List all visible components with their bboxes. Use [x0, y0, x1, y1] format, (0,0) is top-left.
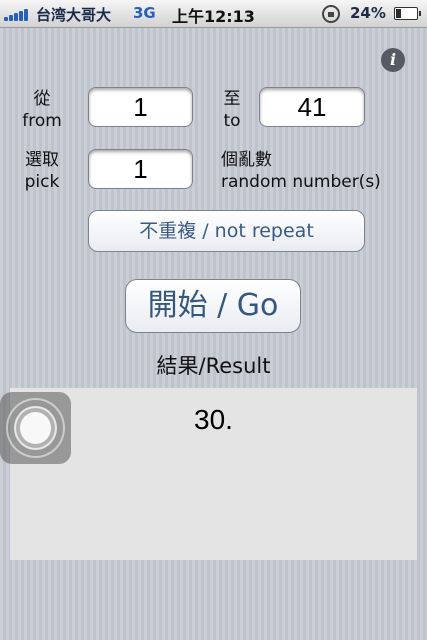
to-label-zh: 至	[223, 89, 241, 109]
from-label-zh: 從	[33, 89, 51, 109]
to-label: 至 to	[220, 88, 244, 132]
from-input[interactable]: 1	[88, 87, 193, 127]
pick-label: 選取 pick	[20, 149, 64, 193]
status-bar: 台湾大哥大 3G 上午12:13 24%	[0, 0, 427, 28]
network-type: 3G	[133, 4, 156, 22]
go-button[interactable]: 開始 / Go	[125, 279, 301, 333]
random-count-label-zh: 個亂數	[221, 150, 272, 170]
pick-label-en: pick	[24, 172, 60, 192]
battery-icon	[394, 7, 421, 20]
from-label-en: from	[22, 111, 62, 131]
rotation-lock-icon	[322, 5, 340, 23]
status-time: 上午12:13	[172, 7, 255, 26]
pick-label-zh: 選取	[25, 150, 59, 170]
to-label-en: to	[223, 111, 241, 131]
pick-input[interactable]: 1	[88, 149, 193, 189]
battery-percent: 24%	[350, 4, 386, 22]
result-panel: 30.	[10, 388, 417, 560]
assistive-touch-button[interactable]	[0, 392, 71, 464]
from-label: 從 from	[20, 88, 64, 132]
result-title: 結果/Result	[156, 354, 271, 378]
to-input[interactable]: 41	[259, 87, 365, 127]
info-icon[interactable]: i	[381, 48, 405, 72]
not-repeat-button[interactable]: 不重複 / not repeat	[88, 210, 365, 252]
signal-strength-icon	[4, 7, 30, 21]
random-count-label-en: random number(s)	[221, 172, 381, 192]
result-value: 30.	[194, 404, 233, 435]
random-count-label: 個亂數 random number(s)	[221, 149, 381, 193]
carrier-name: 台湾大哥大	[36, 6, 112, 24]
